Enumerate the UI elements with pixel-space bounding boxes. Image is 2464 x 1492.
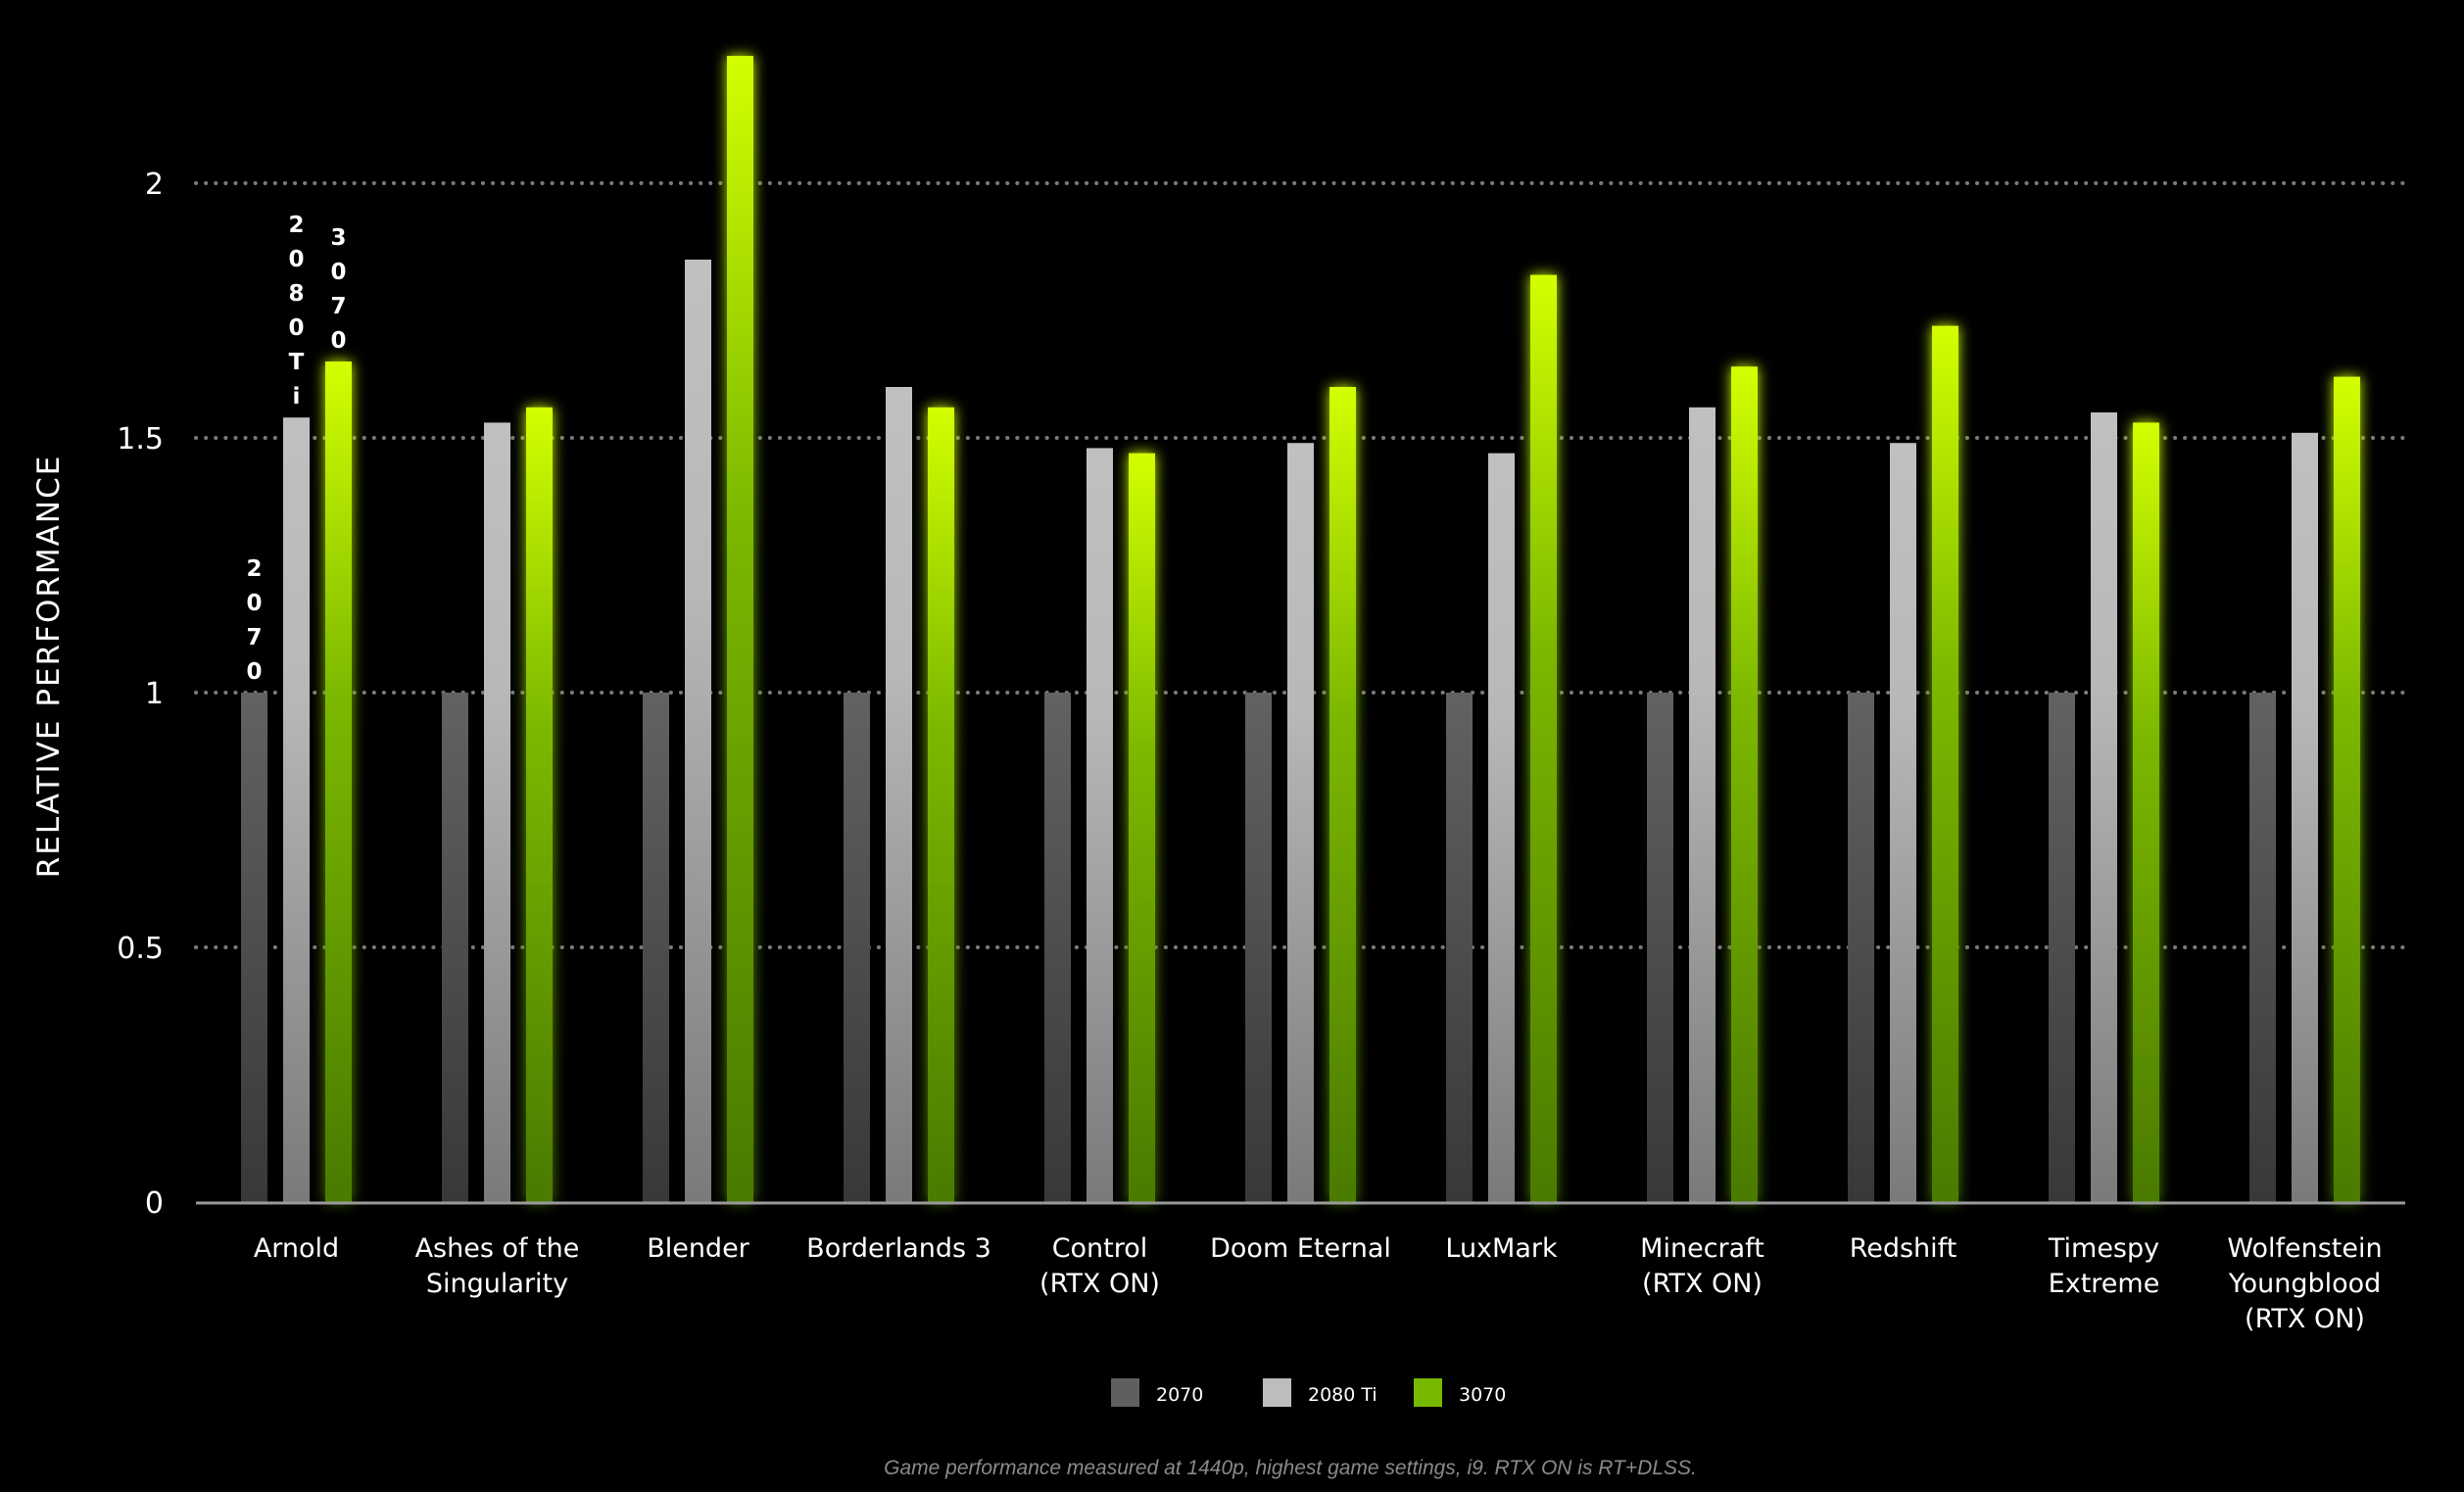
bar-2070 — [1044, 693, 1071, 1202]
bar-2080ti — [886, 387, 912, 1202]
bar-2070 — [2049, 693, 2075, 1202]
legend-item-2070: 2070 — [1111, 1378, 1203, 1407]
bar-3070 — [1530, 274, 1557, 1203]
x-category-label: LuxMark — [1445, 1233, 1558, 1264]
bar-annotation-2070: 2070 — [246, 556, 262, 685]
bar-2080ti — [1287, 443, 1314, 1202]
legend-label: 3070 — [1459, 1384, 1506, 1406]
relative-performance-chart: 0 0.5 1 1.5 2 RELATIVE PERFORMANCE 2 0 7 0 2 0 8 0 T… — [31, 56, 2407, 1479]
x-category-label: Ashes of the Singularity — [415, 1233, 580, 1299]
x-category-label: Doom Eternal — [1210, 1233, 1391, 1264]
x-category-label: Wolfenstein Youngblood (RTX ON) — [2227, 1233, 2382, 1334]
bar-2080ti — [1087, 448, 1113, 1202]
bar-2070 — [1446, 693, 1473, 1202]
x-category-label: Minecraft (RTX ON) — [1640, 1233, 1764, 1299]
x-category-label: Arnold — [254, 1233, 339, 1264]
x-category-label: Blender — [647, 1233, 749, 1264]
bar-annotation-3070: 3070 — [330, 225, 346, 354]
x-category-label: Redshift — [1850, 1233, 1957, 1264]
bar-2070 — [1245, 693, 1272, 1202]
bar-3070 — [1329, 387, 1356, 1202]
legend-item-3070: 3070 — [1414, 1378, 1506, 1407]
bar-3070 — [325, 361, 352, 1202]
bar-3070 — [1932, 325, 1958, 1203]
y-tick-label: 2 — [145, 168, 164, 202]
bar-2080ti — [1488, 453, 1515, 1203]
bar-3070 — [727, 56, 753, 1202]
bars — [241, 56, 2360, 1203]
bar-2080ti — [484, 422, 510, 1202]
y-axis-ticks: 0 0.5 1 1.5 2 — [117, 168, 164, 1221]
bar-2080ti — [1890, 443, 1916, 1202]
y-tick-label: 1 — [145, 677, 164, 711]
bar-2080ti — [2292, 432, 2318, 1202]
bar-3070 — [2133, 422, 2159, 1202]
bar-2070 — [643, 693, 669, 1202]
y-tick-label: 1.5 — [117, 422, 164, 457]
y-axis-title: RELATIVE PERFORMANCE — [31, 455, 67, 879]
x-category-label: Borderlands 3 — [806, 1233, 991, 1264]
x-category-label: Timespy Extreme — [2048, 1233, 2159, 1299]
bar-3070 — [1129, 453, 1155, 1203]
bar-2080ti — [1689, 407, 1715, 1202]
bar-3070 — [1731, 366, 1758, 1202]
bar-2070 — [1647, 693, 1673, 1202]
legend-label: 2080 Ti — [1308, 1384, 1377, 1406]
footnote: Game performance measured at 1440p, high… — [884, 1457, 1697, 1479]
bar-2070 — [241, 693, 267, 1202]
bar-2070 — [844, 693, 870, 1202]
bar-3070 — [526, 407, 553, 1202]
legend-item-2080ti: 2080 Ti — [1263, 1378, 1377, 1407]
bar-annotation-2080ti: 2080Ti — [288, 213, 304, 409]
bar-3070 — [2334, 376, 2360, 1203]
legend-swatch — [1111, 1378, 1139, 1407]
x-axis-category-labels: Arnold Ashes of the Singularity Blender Bord… — [254, 1233, 2383, 1334]
bar-2080ti — [685, 260, 711, 1202]
bar-2080ti — [2091, 412, 2117, 1202]
bar-2070 — [2249, 693, 2276, 1202]
legend-swatch — [1263, 1378, 1291, 1407]
bar-2080ti — [283, 417, 310, 1202]
legend: 2070 2080 Ti 3070 — [1111, 1378, 1506, 1407]
bar-2070 — [442, 693, 468, 1202]
bar-3070 — [928, 407, 954, 1202]
y-tick-label: 0 — [145, 1186, 164, 1221]
y-tick-label: 0.5 — [117, 932, 164, 966]
legend-label: 2070 — [1156, 1384, 1203, 1406]
legend-swatch — [1414, 1378, 1442, 1407]
bar-2070 — [1848, 693, 1874, 1202]
x-category-label: Control (RTX ON) — [1039, 1233, 1160, 1299]
